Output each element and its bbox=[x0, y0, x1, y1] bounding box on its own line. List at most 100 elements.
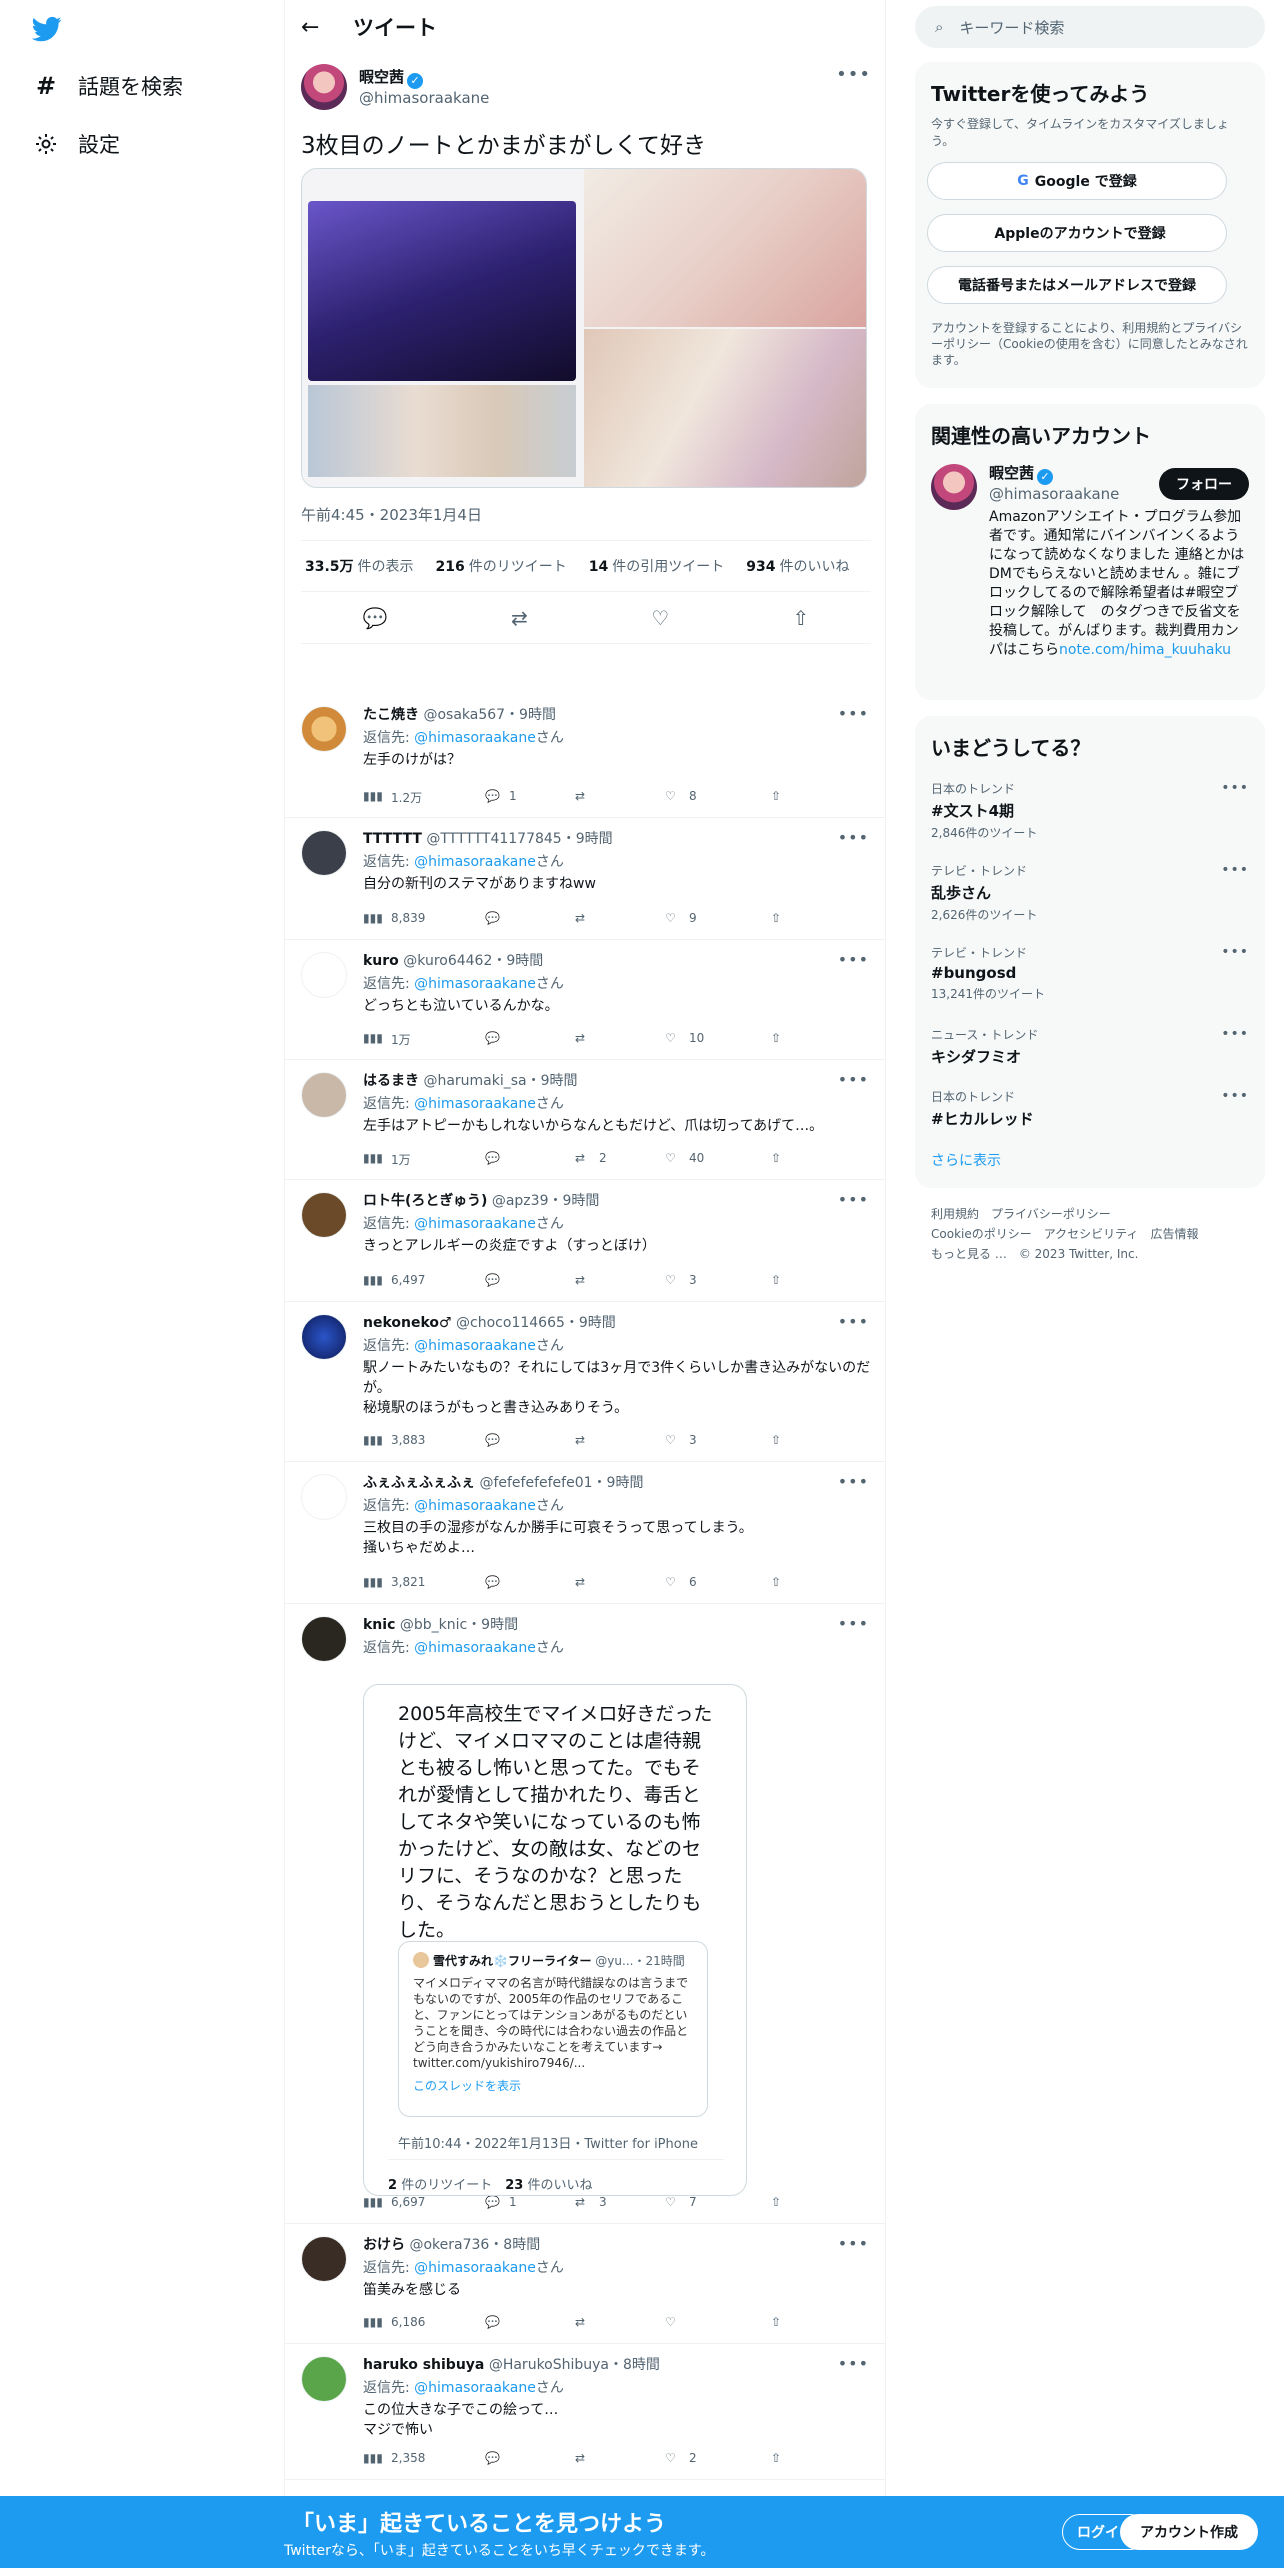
trend-item[interactable]: 日本のトレンド #ヒカルレッド ••• bbox=[931, 1088, 1249, 1158]
reply-to-link[interactable]: @himasoraakane bbox=[414, 1096, 536, 1112]
google-signup-button[interactable]: G Google で登録 bbox=[927, 162, 1227, 200]
reply-handle[interactable]: @bb_knic bbox=[400, 1617, 467, 1633]
like-icon[interactable]: ♡ bbox=[665, 1433, 676, 1447]
share-icon[interactable]: ⇧ bbox=[771, 789, 781, 803]
reply-to-link[interactable]: @himasoraakane bbox=[414, 1216, 536, 1232]
phone-email-signup-button[interactable]: 電話番号またはメールアドレスで登録 bbox=[927, 266, 1227, 304]
more-options-icon[interactable]: ••• bbox=[838, 1190, 869, 1209]
retweets-stat[interactable]: 216 件のリツイート bbox=[436, 556, 567, 576]
reply-tweet[interactable]: haruko shibuya @HarukoShibuya・8時間 返信先: @… bbox=[285, 2344, 885, 2480]
reply-to-link[interactable]: @himasoraakane bbox=[414, 730, 536, 746]
avatar[interactable] bbox=[301, 64, 347, 110]
reply-tweet[interactable]: TTTTTT @TTTTTT41177845・9時間 返信先: @himasor… bbox=[285, 818, 885, 940]
more-options-icon[interactable]: ••• bbox=[1221, 1026, 1249, 1042]
nav-settings[interactable]: 設定 bbox=[32, 124, 120, 164]
reply-time[interactable]: ・9時間 bbox=[467, 1617, 518, 1633]
quoted-image-card[interactable]: 2005年高校生でマイメロ好きだったけど、マイメロママのことは虐待親とも被るし怖… bbox=[363, 1684, 747, 2196]
reply-icon[interactable]: 💬 bbox=[363, 606, 388, 630]
reply-icon[interactable]: 💬 bbox=[485, 789, 500, 803]
reply-avatar[interactable] bbox=[301, 952, 347, 998]
author-name[interactable]: 暇空茜 bbox=[359, 68, 404, 86]
reply-avatar[interactable] bbox=[301, 706, 347, 752]
more-options-icon[interactable]: ••• bbox=[838, 1312, 869, 1331]
related-handle[interactable]: @himasoraakane bbox=[989, 485, 1119, 503]
reply-icon[interactable]: 💬 bbox=[485, 2195, 500, 2209]
share-icon[interactable]: ⇧ bbox=[793, 606, 810, 630]
views-icon[interactable]: ▮▮▮ bbox=[363, 2451, 383, 2465]
more-options-icon[interactable]: ••• bbox=[838, 950, 869, 969]
back-arrow-icon[interactable]: ← bbox=[301, 15, 337, 40]
reply-avatar[interactable] bbox=[301, 1072, 347, 1118]
reply-handle[interactable]: @kuro64462 bbox=[403, 953, 492, 969]
more-options-icon[interactable]: ••• bbox=[838, 2234, 869, 2253]
reply-icon[interactable]: 💬 bbox=[485, 1433, 500, 1447]
likes-stat[interactable]: 934 件のいいね bbox=[746, 556, 849, 576]
reply-author-name[interactable]: はるまき bbox=[363, 1073, 419, 1089]
footer-terms-link[interactable]: 利用規約 bbox=[931, 1207, 979, 1221]
reply-icon[interactable]: 💬 bbox=[485, 1575, 500, 1589]
share-icon[interactable]: ⇧ bbox=[771, 1575, 781, 1589]
like-icon[interactable]: ♡ bbox=[665, 2451, 676, 2465]
footer-privacy-link[interactable]: プライバシーポリシー bbox=[991, 1207, 1111, 1221]
like-icon[interactable]: ♡ bbox=[665, 1151, 676, 1165]
views-stat[interactable]: 33.5万 件の表示 bbox=[305, 556, 414, 576]
retweet-icon[interactable]: ⇄ bbox=[575, 2315, 585, 2329]
retweet-icon[interactable]: ⇄ bbox=[575, 1273, 585, 1287]
create-account-button[interactable]: アカウント作成 bbox=[1120, 2514, 1258, 2550]
reply-handle[interactable]: @okera736 bbox=[409, 2237, 489, 2253]
tweet-media[interactable] bbox=[301, 168, 867, 488]
reply-time[interactable]: ・9時間 bbox=[562, 831, 613, 847]
author-handle[interactable]: @himasoraakane bbox=[359, 89, 489, 107]
share-icon[interactable]: ⇧ bbox=[771, 1031, 781, 1045]
reply-author-name[interactable]: kuro bbox=[363, 953, 399, 969]
views-icon[interactable]: ▮▮▮ bbox=[363, 911, 383, 925]
reply-handle[interactable]: @TTTTTT41177845 bbox=[426, 831, 561, 847]
share-icon[interactable]: ⇧ bbox=[771, 1151, 781, 1165]
share-icon[interactable]: ⇧ bbox=[771, 1433, 781, 1447]
share-icon[interactable]: ⇧ bbox=[771, 2451, 781, 2465]
retweet-icon[interactable]: ⇄ bbox=[511, 606, 528, 630]
reply-to-link[interactable]: @himasoraakane bbox=[414, 2380, 536, 2396]
reply-author-name[interactable]: knic bbox=[363, 1617, 395, 1633]
more-options-icon[interactable]: ••• bbox=[838, 2354, 869, 2373]
reply-author-name[interactable]: ふぇふぇふぇふぇ bbox=[363, 1475, 475, 1491]
reply-handle[interactable]: @HarukoShibuya bbox=[489, 2357, 609, 2373]
reply-tweet[interactable]: ふぇふぇふぇふぇ @fefefefefefe01・9時間 返信先: @himas… bbox=[285, 1462, 885, 1604]
like-icon[interactable]: ♡ bbox=[665, 789, 676, 803]
reply-tweet[interactable]: kuro @kuro64462・9時間 返信先: @himasoraakaneさ… bbox=[285, 940, 885, 1060]
reply-avatar[interactable] bbox=[301, 1474, 347, 1520]
reply-handle[interactable]: @osaka567 bbox=[423, 707, 505, 723]
reply-handle[interactable]: @choco114665 bbox=[456, 1315, 565, 1331]
like-icon[interactable]: ♡ bbox=[665, 2315, 676, 2329]
reply-icon[interactable]: 💬 bbox=[485, 911, 500, 925]
reply-avatar[interactable] bbox=[301, 1314, 347, 1360]
reply-time[interactable]: ・8時間 bbox=[609, 2357, 660, 2373]
reply-tweet[interactable]: knic @bb_knic・9時間 返信先: @himasoraakaneさん … bbox=[285, 1604, 885, 2224]
views-icon[interactable]: ▮▮▮ bbox=[363, 2195, 383, 2209]
more-options-icon[interactable]: ••• bbox=[836, 64, 871, 85]
reply-tweet[interactable]: nekoneko♂ @choco114665・9時間 返信先: @himasor… bbox=[285, 1302, 885, 1462]
reply-time[interactable]: ・9時間 bbox=[527, 1073, 578, 1089]
like-icon[interactable]: ♡ bbox=[665, 1273, 676, 1287]
trend-item[interactable]: ニュース・トレンド キシダフミオ ••• bbox=[931, 1026, 1249, 1096]
share-icon[interactable]: ⇧ bbox=[771, 2195, 781, 2209]
reply-time[interactable]: ・9時間 bbox=[548, 1193, 599, 1209]
media-image-2[interactable] bbox=[584, 169, 866, 327]
quotes-stat[interactable]: 14 件の引用ツイート bbox=[589, 556, 724, 576]
share-icon[interactable]: ⇧ bbox=[771, 2315, 781, 2329]
reply-author-name[interactable]: ロト牛(ろとぎゅう) bbox=[363, 1193, 487, 1209]
more-options-icon[interactable]: ••• bbox=[838, 1472, 869, 1491]
related-avatar[interactable] bbox=[931, 464, 977, 510]
more-options-icon[interactable]: ••• bbox=[838, 828, 869, 847]
views-icon[interactable]: ▮▮▮ bbox=[363, 1433, 383, 1447]
reply-time[interactable]: ・9時間 bbox=[593, 1475, 644, 1491]
views-icon[interactable]: ▮▮▮ bbox=[363, 2315, 383, 2329]
reply-time[interactable]: ・8時間 bbox=[489, 2237, 540, 2253]
more-options-icon[interactable]: ••• bbox=[1221, 944, 1249, 960]
reply-time[interactable]: ・9時間 bbox=[492, 953, 543, 969]
reply-author-name[interactable]: nekoneko♂ bbox=[363, 1315, 452, 1331]
reply-tweet[interactable]: おけら @okera736・8時間 返信先: @himasoraakaneさん … bbox=[285, 2224, 885, 2344]
reply-tweet[interactable]: はるまき @harumaki_sa・9時間 返信先: @himasoraakan… bbox=[285, 1060, 885, 1180]
reply-handle[interactable]: @fefefefefefe01 bbox=[479, 1475, 592, 1491]
views-icon[interactable]: ▮▮▮ bbox=[363, 1575, 383, 1589]
